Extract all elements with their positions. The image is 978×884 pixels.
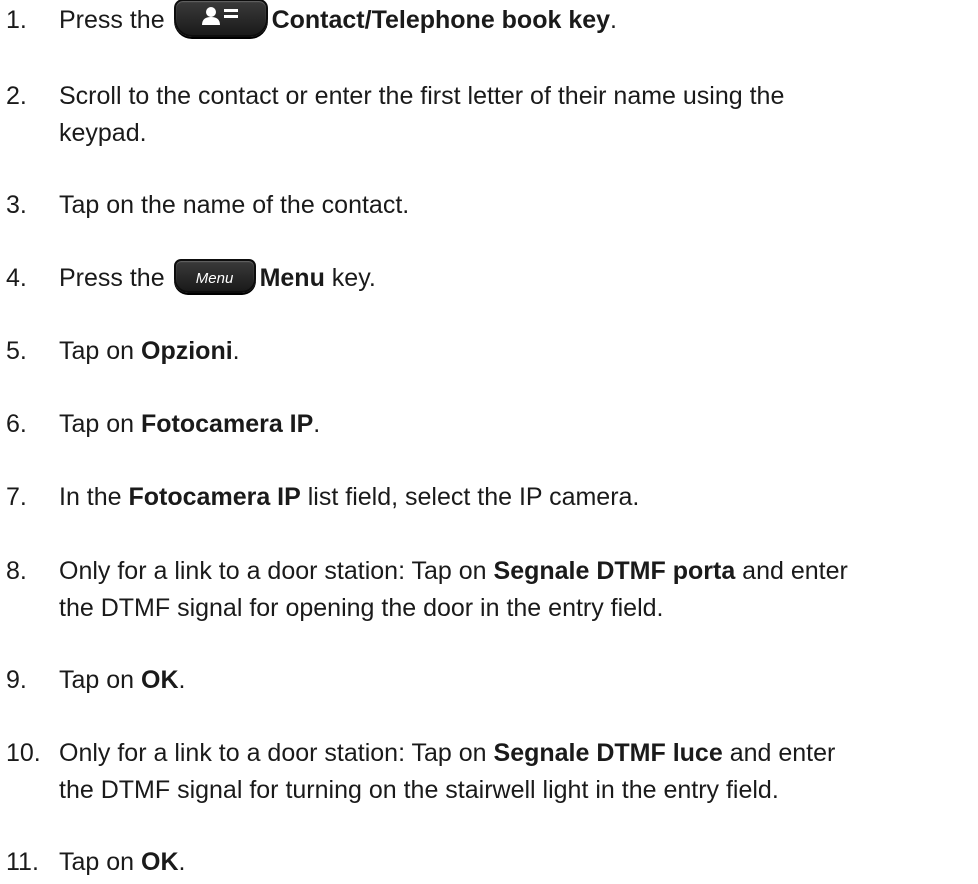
step-suffix: . <box>178 666 186 694</box>
step-number: 10. <box>6 739 41 767</box>
step-text: Press the Contact/Telephone book key. <box>59 0 971 40</box>
instruction-steps: 1. Press the Contact/Telephone book key.… <box>0 0 978 884</box>
menu-key-icon: Menu <box>173 259 256 294</box>
step-text: Tap on OK. <box>59 662 971 699</box>
step-bold: OK <box>141 666 179 694</box>
step-suffix: . <box>610 6 617 34</box>
step-number: 8. <box>6 557 27 585</box>
step-text: Tap on Opzioni. <box>59 333 971 370</box>
step-bold: Segnale DTMF luce <box>493 739 723 767</box>
contact-telephone-book-key-icon <box>173 0 268 38</box>
step-suffix: key. <box>331 264 376 292</box>
step-line: Scroll to the contact or enter the first… <box>59 82 785 110</box>
step-prefix: Tap on <box>59 848 135 876</box>
step-bold: Segnale DTMF porta <box>493 557 736 585</box>
step-number: 4. <box>6 264 27 292</box>
step-number: 3. <box>6 191 27 219</box>
step-bold: Opzioni <box>141 337 233 365</box>
step-text: Press the Menu Menu key. <box>59 259 971 297</box>
step-bold: Fotocamera IP <box>128 483 301 511</box>
step-line: the DTMF signal for opening the door in … <box>59 594 664 622</box>
step-suffix: . <box>232 337 240 365</box>
step-text: Tap on OK. <box>59 844 971 881</box>
step-number: 11. <box>6 848 39 876</box>
step-number: 1. <box>6 6 27 34</box>
step-prefix: Tap on <box>59 410 135 438</box>
step-number: 9. <box>6 666 27 694</box>
step-text: Only for a link to a door station: Tap o… <box>59 735 971 809</box>
step-bold: OK <box>141 848 179 876</box>
step-line: Tap on the name of the contact. <box>59 191 410 219</box>
step-suffix: and enter <box>729 739 836 767</box>
step-prefix: Only for a link to a door station: Tap o… <box>59 557 487 585</box>
step-line: the DTMF signal for turning on the stair… <box>59 776 779 804</box>
step-text: Tap on Fotocamera IP. <box>59 406 971 443</box>
step-bold: Menu <box>259 264 325 292</box>
step-suffix: . <box>313 410 321 438</box>
step-suffix: list field, select the IP camera. <box>307 483 640 511</box>
step-prefix: Press the <box>59 6 165 34</box>
step-line: keypad. <box>59 119 147 147</box>
step-number: 7. <box>6 483 27 511</box>
step-number: 5. <box>6 337 27 365</box>
step-bold: Contact/Telephone book key <box>271 6 611 34</box>
step-prefix: In the <box>59 483 122 511</box>
menu-key-label: Menu <box>195 270 234 288</box>
step-bold: Fotocamera IP <box>141 410 314 438</box>
step-suffix: and enter <box>742 557 848 585</box>
step-text: Tap on the name of the contact. <box>59 187 971 224</box>
step-prefix: Tap on <box>59 337 135 365</box>
step-prefix: Tap on <box>59 666 135 694</box>
step-number: 2. <box>6 82 27 110</box>
step-text: Only for a link to a door station: Tap o… <box>59 553 971 627</box>
step-text: In the Fotocamera IP list field, select … <box>59 479 971 516</box>
step-prefix: Press the <box>59 264 165 292</box>
step-number: 6. <box>6 410 27 438</box>
step-text: Scroll to the contact or enter the first… <box>59 78 971 152</box>
step-suffix: . <box>178 848 186 876</box>
step-prefix: Only for a link to a door station: Tap o… <box>59 739 487 767</box>
